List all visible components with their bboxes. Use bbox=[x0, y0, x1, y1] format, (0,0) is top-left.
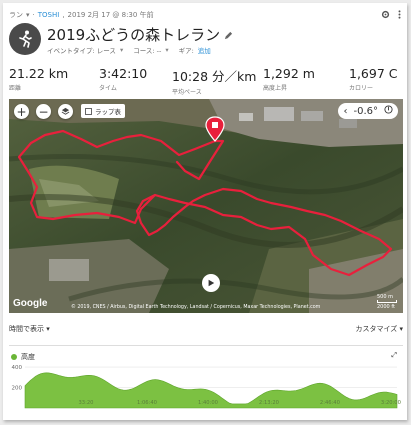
customize-label: カスタマイズ bbox=[355, 325, 398, 333]
chevron-down-icon: ▾ bbox=[46, 325, 50, 333]
temperature: -0.6° bbox=[353, 105, 378, 117]
top-actions bbox=[381, 8, 401, 22]
weather-badge[interactable]: ‹ -0.6° bbox=[338, 103, 398, 119]
map-scale: 500 m 2000 ft bbox=[377, 294, 397, 310]
chevron-down-icon[interactable]: ▾ bbox=[26, 11, 30, 19]
stat-label: タイム bbox=[99, 85, 117, 92]
top-bar: ラン ▾ · TOSHI , 2019 2月 17 @ 8:30 午前 bbox=[9, 8, 401, 22]
route-map[interactable]: + − ラップ表 ‹ -0.6° Google © 2019, CNES / A… bbox=[9, 99, 403, 313]
play-icon bbox=[208, 279, 215, 287]
stat-value: 3:42:10 bbox=[99, 66, 148, 81]
stats-row: 21.22 km 距離 3:42:10 タイム 10:28 分／km 平均ペース… bbox=[9, 66, 403, 96]
activity-title[interactable]: 2019ふどうの森トレラン bbox=[47, 24, 220, 45]
stat-label: 距離 bbox=[9, 85, 22, 92]
more-options-icon[interactable] bbox=[398, 9, 401, 21]
expand-icon[interactable]: ⤢ bbox=[391, 351, 397, 360]
stat-unit: C bbox=[388, 66, 398, 81]
chevron-down-icon[interactable]: ▾ bbox=[165, 46, 168, 54]
activity-date: 2019 2月 17 @ 8:30 午前 bbox=[67, 11, 154, 19]
running-icon bbox=[9, 23, 41, 55]
x-tick-label: 1:06:40 bbox=[137, 400, 157, 406]
x-tick-label: 3:20:00 bbox=[381, 400, 401, 406]
activity-title-group: 2019ふどうの森トレラン bbox=[47, 24, 233, 45]
google-logo: Google bbox=[13, 298, 48, 309]
x-tick-label: 1:40:00 bbox=[198, 400, 218, 406]
stat-value: 1,292 bbox=[263, 66, 299, 81]
stat-time: 3:42:10 タイム bbox=[99, 66, 147, 92]
course-select[interactable]: コース: -- bbox=[133, 45, 161, 55]
elevation-chart: 高度 ⤢ 33:20 1:06:40 1:40:00 2:13:20 2:46:40 3:… bbox=[9, 345, 403, 417]
gear-icon[interactable] bbox=[381, 10, 390, 21]
layers-icon bbox=[61, 107, 70, 115]
chevron-down-icon[interactable]: ▾ bbox=[120, 46, 123, 54]
gear-label: ギア: bbox=[178, 47, 194, 55]
stat-unit: 分／km bbox=[212, 69, 257, 84]
stat-distance: 21.22 km 距離 bbox=[9, 66, 68, 92]
wind-icon bbox=[384, 105, 393, 117]
chevron-down-icon: ▾ bbox=[399, 325, 403, 333]
stat-unit: km bbox=[48, 66, 69, 81]
map-attribution: © 2019, CNES / Airbus, Digital Earth Tec… bbox=[71, 305, 321, 310]
lap-toggle[interactable]: ラップ表 bbox=[81, 104, 125, 118]
activity-meta: イベントタイプ: レース ▾ コース: -- ▾ ギア: 追加 bbox=[47, 45, 211, 55]
stat-value: 10:28 bbox=[172, 69, 209, 84]
stat-label: 高度上昇 bbox=[263, 85, 288, 92]
separator-dot: , bbox=[62, 11, 65, 19]
customize-select[interactable]: カスタマイズ ▾ bbox=[355, 324, 403, 334]
y-tick-label: 400 bbox=[12, 365, 23, 371]
lap-checkbox[interactable] bbox=[85, 107, 92, 115]
stat-label: 平均ペース bbox=[172, 89, 202, 96]
chart-controls: 時間で表示 ▾ カスタマイズ ▾ bbox=[9, 324, 403, 336]
stat-elevation-gain: 1,292 m 高度上昇 bbox=[263, 66, 315, 92]
zoom-in-button[interactable]: + bbox=[14, 104, 29, 119]
activity-page: ラン ▾ · TOSHI , 2019 2月 17 @ 8:30 午前 2019… bbox=[3, 3, 407, 420]
event-type-select[interactable]: イベントタイプ: レース bbox=[47, 45, 116, 55]
playback-button[interactable] bbox=[202, 274, 220, 292]
activity-type[interactable]: ラン bbox=[9, 10, 23, 20]
view-by-label: 時間で表示 bbox=[9, 325, 44, 333]
scale-imperial: 2000 ft bbox=[377, 304, 395, 310]
left-arrow-icon[interactable]: ‹ bbox=[343, 106, 347, 117]
separator-dot: · bbox=[32, 11, 35, 19]
layers-button[interactable] bbox=[58, 104, 73, 119]
stat-unit: m bbox=[302, 66, 315, 81]
stat-calories: 1,697 C カロリー bbox=[349, 66, 398, 92]
view-by-select[interactable]: 時間で表示 ▾ bbox=[9, 324, 50, 334]
zoom-out-button[interactable]: − bbox=[36, 104, 51, 119]
x-tick-label: 2:46:40 bbox=[320, 400, 340, 406]
add-gear-link[interactable]: 追加 bbox=[198, 45, 211, 55]
activity-header: 2019ふどうの森トレラン イベントタイプ: レース ▾ コース: -- ▾ ギ… bbox=[9, 23, 399, 59]
user-link[interactable]: TOSHI bbox=[38, 11, 60, 19]
stat-label: カロリー bbox=[349, 85, 374, 92]
stat-value: 21.22 bbox=[9, 66, 45, 81]
edit-pencil-icon[interactable] bbox=[224, 26, 233, 44]
x-tick-label: 2:13:20 bbox=[259, 400, 279, 406]
elevation-plot[interactable]: 33:20 1:06:40 1:40:00 2:13:20 2:46:40 3:20:00… bbox=[9, 360, 403, 418]
y-axis: 400 200 bbox=[12, 365, 23, 391]
x-tick-label: 33:20 bbox=[79, 400, 94, 406]
stat-value: 1,697 bbox=[349, 66, 385, 81]
lap-label: ラップ表 bbox=[95, 108, 121, 116]
stat-pace: 10:28 分／km 平均ペース bbox=[172, 66, 256, 96]
y-tick-label: 200 bbox=[12, 386, 23, 392]
